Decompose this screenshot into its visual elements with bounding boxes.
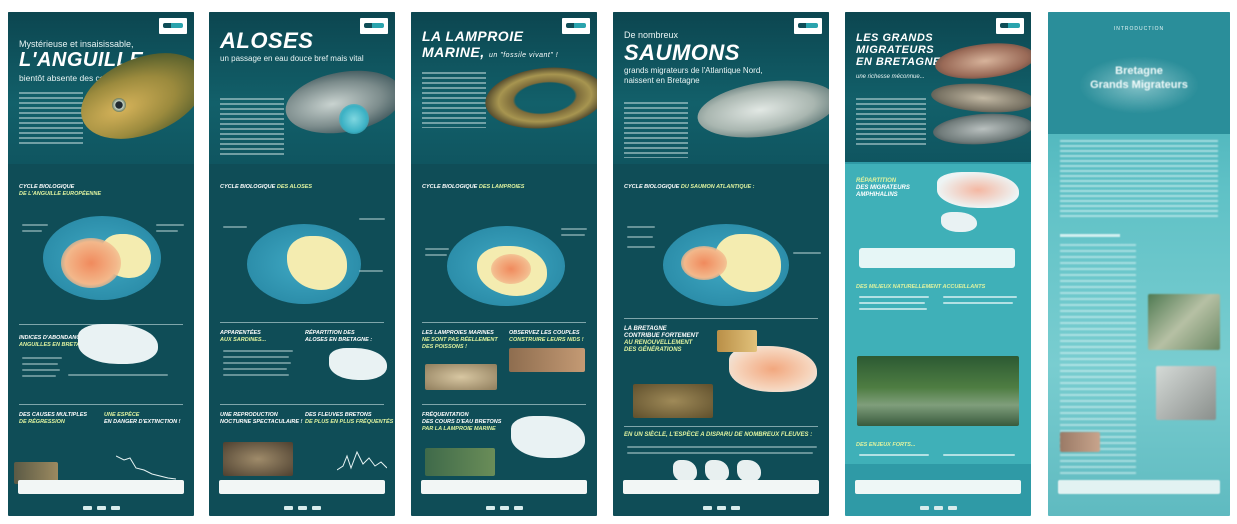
poster-title: ALOSES: [220, 28, 314, 53]
river-photo: [857, 356, 1019, 426]
poster-subtitle: grands migrateurs de l'Atlantique Nord, …: [624, 66, 763, 85]
world-map: [43, 216, 161, 300]
poster-anguille: Mystérieuse et insaisissable, L'ANGUILLE…: [8, 12, 194, 516]
poster-title: LES GRANDS MIGRATEURS EN BRETAGNE,: [856, 32, 945, 68]
footer-logos: [411, 506, 597, 510]
panel-header: INTRODUCTION: [1113, 26, 1165, 32]
intro-text: [19, 92, 83, 147]
section-nids: OBSERVEZ LES COUPLES CONSTRUIRE LEURS NID…: [509, 330, 584, 343]
hero: Mystérieuse et insaisissable, L'ANGUILLE…: [8, 12, 194, 164]
section-fleuves: DES FLEUVES BRETONS DE PLUS EN PLUS FRÉQU…: [305, 412, 394, 425]
brittany-map: [511, 416, 585, 458]
footer-banner: [421, 480, 587, 494]
poster-subtitle: une richesse méconnue...: [856, 74, 925, 80]
footer-banner: [18, 480, 184, 494]
brochure-photo: [1156, 366, 1216, 420]
section-frequentation: FRÉQUENTATION DES COURS D'EAU BRETONS PAR …: [422, 412, 502, 432]
poster-title: SAUMONS: [624, 40, 740, 65]
section-apparentees: APPARENTÉES AUX SARDINES...: [220, 330, 267, 343]
river-chart: [337, 450, 387, 471]
intro-text: [422, 72, 486, 128]
brittany-map: [329, 348, 387, 380]
shad-photo: [280, 62, 395, 142]
footer-logos: [8, 506, 194, 510]
hero: ALOSES un passage en eau douce bref mais…: [209, 12, 395, 164]
poster-saumons: De nombreux SAUMONS grands migrateurs de…: [613, 12, 829, 516]
nest-photo: [509, 348, 585, 372]
section-repartition: RÉPARTITION DES ALOSES EN BRETAGNE :: [305, 330, 373, 343]
panel-title: Bretagne Grands Migrateurs: [1090, 65, 1188, 91]
poster-introduction: INTRODUCTION Bretagne Grands Migrateurs: [1048, 12, 1230, 516]
france-map-2: [705, 460, 729, 482]
parr-photo: [717, 330, 757, 352]
decline-chart: [116, 455, 176, 480]
causes-title: DES CAUSES MULTIPLES DE RÉGRESSION: [19, 412, 88, 425]
juvenile-photo: [633, 384, 713, 418]
footer-banner: [219, 480, 385, 494]
species-title: UNE ESPÈCE EN DANGER D'EXTINCTION !: [104, 412, 181, 425]
logo: [360, 18, 388, 34]
section-poissons: LES LAMPROIES MARINES NE SONT PAS RÉELLEM…: [422, 330, 498, 350]
lamprey-photo: [482, 61, 597, 135]
footer-banner: [855, 480, 1021, 494]
brittany-map: [78, 324, 158, 364]
section-repartition: RÉPARTITION DES MIGRATEURS AMPHIHALINS: [856, 178, 910, 198]
section-enjeux: DES ENJEUX FORTS...: [856, 442, 916, 448]
poster-title: LA LAMPROIE: [422, 28, 524, 44]
footer-banner: [623, 480, 819, 494]
brittany-map: [937, 172, 1019, 208]
legend-card: [859, 248, 1015, 268]
shad-photo: [932, 110, 1031, 148]
mouth-photo: [425, 364, 497, 390]
salmon-photo: [930, 80, 1031, 116]
logo: [562, 18, 590, 34]
poster-lamproie: LA LAMPROIE MARINE, un "fossile vivant" …: [411, 12, 597, 516]
poster-subtitle: un passage en eau douce bref mais vital: [220, 54, 364, 63]
footer-logos: [613, 506, 829, 510]
hero: LES GRANDS MIGRATEURS EN BRETAGNE, une ric…: [845, 12, 1031, 162]
logo: [996, 18, 1024, 34]
intro-text: [220, 98, 284, 156]
hero: LA LAMPROIE MARINE, un "fossile vivant" …: [411, 12, 597, 164]
intro-text: [856, 98, 926, 148]
section-siecle: EN UN SIÈCLE, L'ESPÈCE A DISPARU DE NOMB…: [624, 432, 813, 438]
footer-logos: [209, 506, 395, 510]
footer-logos: [845, 506, 1031, 510]
poster-grands-migrateurs: LES GRANDS MIGRATEURS EN BRETAGNE, une ric…: [845, 12, 1031, 516]
poster-aloses: ALOSES un passage en eau douce bref mais…: [209, 12, 395, 516]
fish-photo: [1060, 432, 1100, 452]
section-reproduction: UNE REPRODUCTION NOCTURNE SPECTACULAIRE !: [220, 412, 303, 425]
trout-photo: [933, 38, 1031, 84]
cycle-title: CYCLE BIOLOGIQUE DE L'ANGUILLE EUROPÉENNE: [19, 184, 101, 197]
hero: De nombreux SAUMONS grands migrateurs de…: [613, 12, 829, 164]
cycle-title: CYCLE BIOLOGIQUE DES LAMPROIES: [422, 184, 525, 190]
logo: [794, 18, 822, 34]
poster-title-2: MARINE, un "fossile vivant" !: [422, 44, 559, 60]
section-bretagne: LA BRETAGNE CONTRIBUE FORTEMENT AU RENOUVE…: [624, 326, 699, 353]
logo: [159, 18, 187, 34]
brittany-map-small: [941, 212, 977, 232]
footer-banner: [1058, 480, 1220, 494]
world-map: [447, 226, 565, 306]
section-milieux: DES MILIEUX NATURELLEMENT ACCUEILLANTS: [856, 284, 986, 290]
cycle-title: CYCLE BIOLOGIQUE DU SAUMON ATLANTIQUE :: [624, 184, 755, 190]
france-map-3: [737, 460, 761, 482]
world-map: [247, 224, 361, 304]
spawning-photo: [223, 442, 293, 476]
intro-text: [624, 102, 688, 158]
world-map: [663, 224, 789, 306]
brittany-map: [729, 346, 817, 392]
river-photo: [425, 448, 495, 476]
kicker: Mystérieuse et insaisissable,: [19, 39, 134, 49]
kicker: De nombreux: [624, 30, 679, 40]
cycle-title: CYCLE BIOLOGIQUE DES ALOSES: [220, 184, 313, 190]
eel-eye-icon: [112, 98, 126, 112]
fin-highlight: [339, 104, 369, 134]
france-map-1: [673, 460, 697, 482]
fishway-photo: [1148, 294, 1220, 350]
